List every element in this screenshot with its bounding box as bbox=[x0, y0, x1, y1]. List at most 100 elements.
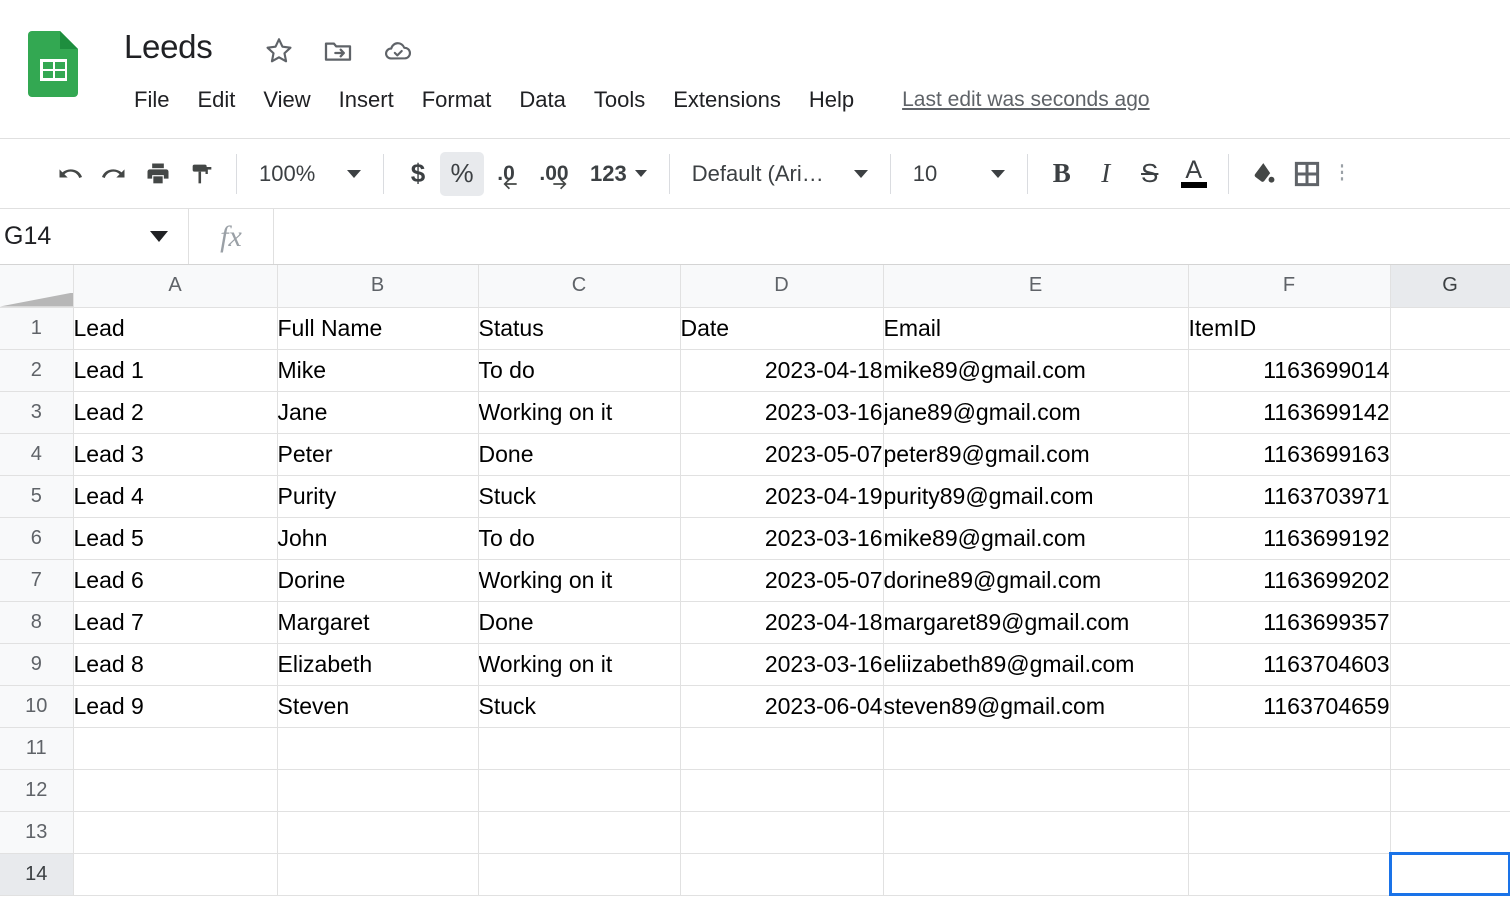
cell-F2[interactable]: 1163699014 bbox=[1188, 349, 1391, 392]
cell-F4[interactable]: 1163699163 bbox=[1188, 433, 1391, 476]
cell-B10[interactable]: Steven bbox=[277, 685, 479, 728]
cell-C5[interactable]: Stuck bbox=[478, 475, 681, 518]
cell-C14[interactable] bbox=[478, 853, 681, 896]
cell-G8[interactable] bbox=[1390, 601, 1510, 644]
cell-C1[interactable]: Status bbox=[478, 307, 681, 350]
cell-A11[interactable] bbox=[73, 727, 278, 770]
cell-B5[interactable]: Purity bbox=[277, 475, 479, 518]
cell-F9[interactable]: 1163704603 bbox=[1188, 643, 1391, 686]
row-header-12[interactable]: 12 bbox=[0, 769, 74, 812]
cell-B7[interactable]: Dorine bbox=[277, 559, 479, 602]
cell-A8[interactable]: Lead 7 bbox=[73, 601, 278, 644]
select-all-corner[interactable] bbox=[0, 265, 74, 308]
cell-A5[interactable]: Lead 4 bbox=[73, 475, 278, 518]
number-format-select[interactable]: 123 bbox=[580, 152, 657, 196]
cell-E6[interactable]: mike89@gmail.com bbox=[883, 517, 1189, 560]
cell-C3[interactable]: Working on it bbox=[478, 391, 681, 434]
star-icon[interactable] bbox=[263, 35, 295, 67]
cell-F5[interactable]: 1163703971 bbox=[1188, 475, 1391, 518]
cell-D8[interactable]: 2023-04-18 bbox=[680, 601, 884, 644]
row-header-14[interactable]: 14 bbox=[0, 853, 74, 896]
cell-F12[interactable] bbox=[1188, 769, 1391, 812]
row-header-7[interactable]: 7 bbox=[0, 559, 74, 602]
text-color-button[interactable]: A bbox=[1172, 152, 1216, 196]
cell-B2[interactable]: Mike bbox=[277, 349, 479, 392]
cell-C6[interactable]: To do bbox=[478, 517, 681, 560]
undo-button[interactable] bbox=[48, 152, 92, 196]
cell-E1[interactable]: Email bbox=[883, 307, 1189, 350]
function-icon[interactable]: fx bbox=[189, 209, 274, 264]
document-title[interactable]: Leeds bbox=[124, 28, 213, 66]
cell-F13[interactable] bbox=[1188, 811, 1391, 854]
cell-E9[interactable]: eliizabeth89@gmail.com bbox=[883, 643, 1189, 686]
cell-G5[interactable] bbox=[1390, 475, 1510, 518]
cell-F14[interactable] bbox=[1188, 853, 1391, 896]
row-header-3[interactable]: 3 bbox=[0, 391, 74, 434]
row-header-4[interactable]: 4 bbox=[0, 433, 74, 476]
cell-B12[interactable] bbox=[277, 769, 479, 812]
cell-G13[interactable] bbox=[1390, 811, 1510, 854]
cell-C8[interactable]: Done bbox=[478, 601, 681, 644]
bold-button[interactable]: B bbox=[1040, 152, 1084, 196]
menu-tools[interactable]: Tools bbox=[580, 84, 659, 116]
fill-color-button[interactable] bbox=[1241, 152, 1285, 196]
cell-D2[interactable]: 2023-04-18 bbox=[680, 349, 884, 392]
row-header-9[interactable]: 9 bbox=[0, 643, 74, 686]
cell-A10[interactable]: Lead 9 bbox=[73, 685, 278, 728]
formula-input[interactable] bbox=[274, 209, 1510, 264]
column-header-a[interactable]: A bbox=[73, 265, 278, 308]
paint-format-button[interactable] bbox=[180, 152, 224, 196]
cell-A12[interactable] bbox=[73, 769, 278, 812]
cell-A13[interactable] bbox=[73, 811, 278, 854]
row-header-5[interactable]: 5 bbox=[0, 475, 74, 518]
cell-F11[interactable] bbox=[1188, 727, 1391, 770]
column-header-f[interactable]: F bbox=[1188, 265, 1391, 308]
cell-G9[interactable] bbox=[1390, 643, 1510, 686]
cell-E5[interactable]: purity89@gmail.com bbox=[883, 475, 1189, 518]
cell-G14[interactable] bbox=[1389, 852, 1510, 896]
print-button[interactable] bbox=[136, 152, 180, 196]
cell-D3[interactable]: 2023-03-16 bbox=[680, 391, 884, 434]
cell-E11[interactable] bbox=[883, 727, 1189, 770]
cell-B1[interactable]: Full Name bbox=[277, 307, 479, 350]
cell-D11[interactable] bbox=[680, 727, 884, 770]
menu-data[interactable]: Data bbox=[505, 84, 579, 116]
name-box[interactable]: G14 bbox=[0, 209, 189, 264]
menu-file[interactable]: File bbox=[120, 84, 183, 116]
cell-C4[interactable]: Done bbox=[478, 433, 681, 476]
cell-D9[interactable]: 2023-03-16 bbox=[680, 643, 884, 686]
zoom-select[interactable]: 100% bbox=[249, 152, 371, 196]
cell-E7[interactable]: dorine89@gmail.com bbox=[883, 559, 1189, 602]
cell-D7[interactable]: 2023-05-07 bbox=[680, 559, 884, 602]
cell-B8[interactable]: Margaret bbox=[277, 601, 479, 644]
cell-D13[interactable] bbox=[680, 811, 884, 854]
menu-extensions[interactable]: Extensions bbox=[659, 84, 795, 116]
cell-F1[interactable]: ItemID bbox=[1188, 307, 1391, 350]
cell-A2[interactable]: Lead 1 bbox=[73, 349, 278, 392]
cell-A7[interactable]: Lead 6 bbox=[73, 559, 278, 602]
redo-button[interactable] bbox=[92, 152, 136, 196]
cell-D5[interactable]: 2023-04-19 bbox=[680, 475, 884, 518]
cell-D14[interactable] bbox=[680, 853, 884, 896]
font-family-select[interactable]: Default (Ari… bbox=[682, 152, 878, 196]
cell-C9[interactable]: Working on it bbox=[478, 643, 681, 686]
cell-G12[interactable] bbox=[1390, 769, 1510, 812]
cell-B4[interactable]: Peter bbox=[277, 433, 479, 476]
cell-E10[interactable]: steven89@gmail.com bbox=[883, 685, 1189, 728]
row-header-10[interactable]: 10 bbox=[0, 685, 74, 728]
cell-G4[interactable] bbox=[1390, 433, 1510, 476]
menu-view[interactable]: View bbox=[249, 84, 324, 116]
cell-G3[interactable] bbox=[1390, 391, 1510, 434]
borders-button[interactable] bbox=[1285, 152, 1329, 196]
cell-D1[interactable]: Date bbox=[680, 307, 884, 350]
menu-edit[interactable]: Edit bbox=[183, 84, 249, 116]
cell-C10[interactable]: Stuck bbox=[478, 685, 681, 728]
cell-A4[interactable]: Lead 3 bbox=[73, 433, 278, 476]
cell-E2[interactable]: mike89@gmail.com bbox=[883, 349, 1189, 392]
cell-A6[interactable]: Lead 5 bbox=[73, 517, 278, 560]
cell-B13[interactable] bbox=[277, 811, 479, 854]
row-header-13[interactable]: 13 bbox=[0, 811, 74, 854]
merge-cells-button[interactable] bbox=[1329, 152, 1355, 196]
cell-E8[interactable]: margaret89@gmail.com bbox=[883, 601, 1189, 644]
font-size-select[interactable]: 10 bbox=[903, 152, 1015, 196]
